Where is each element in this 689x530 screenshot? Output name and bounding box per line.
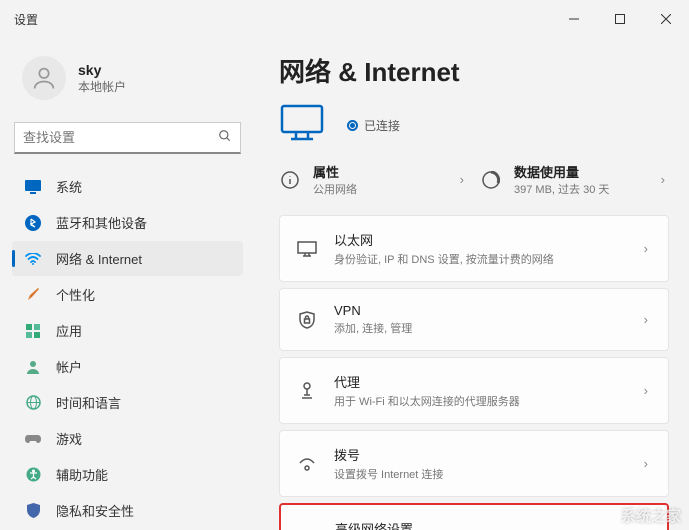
chevron-right-icon: › [640,383,652,398]
chevron-right-icon: › [640,241,652,256]
card-title: 代理 [334,372,624,391]
search-box[interactable] [14,122,241,154]
tile-title: 数据使用量 [514,162,645,181]
card-title: 拨号 [334,445,624,464]
sidebar-item-gaming[interactable]: 游戏 [12,421,243,456]
info-icon [279,169,301,191]
sidebar-item-personalization[interactable]: 个性化 [12,277,243,312]
card-ethernet[interactable]: 以太网 身份验证, IP 和 DNS 设置, 按流量计费的网络 › [279,215,669,282]
avatar [22,56,66,100]
page-title: 网络 & Internet [279,52,669,89]
minimize-button[interactable] [551,0,597,38]
card-dialup[interactable]: 拨号 设置拨号 Internet 连接 › [279,430,669,497]
network-adapter-icon [297,527,319,530]
sidebar-item-network[interactable]: 网络 & Internet [12,241,243,276]
sidebar-item-bluetooth[interactable]: 蓝牙和其他设备 [12,205,243,240]
card-subtitle: 添加, 连接, 管理 [334,320,624,336]
sidebar-item-label: 帐户 [56,357,82,376]
profile-section[interactable]: sky 本地帐户 [10,38,245,118]
tile-data-usage[interactable]: 数据使用量 397 MB, 过去 30 天 › [480,162,669,197]
window-title: 设置 [14,11,38,28]
status-dot-icon [347,120,358,131]
shield-icon [24,502,42,520]
data-usage-icon [480,169,502,191]
card-title: VPN [334,303,624,318]
card-subtitle: 身份验证, IP 和 DNS 设置, 按流量计费的网络 [334,251,624,267]
card-title: 高级网络设置 [335,519,623,530]
ethernet-large-icon [279,103,325,148]
chevron-right-icon: › [640,312,652,327]
tile-title: 属性 [313,162,444,181]
sidebar-item-label: 辅助功能 [56,465,108,484]
card-subtitle: 用于 Wi-Fi 和以太网连接的代理服务器 [334,393,624,409]
sidebar-item-label: 系统 [56,177,82,196]
person-icon [24,358,42,376]
tile-subtitle: 公用网络 [313,181,444,197]
profile-subtitle: 本地帐户 [78,78,126,95]
dialup-icon [296,453,318,475]
shield-lock-icon [296,309,318,331]
tile-properties[interactable]: 属性 公用网络 › [279,162,468,197]
chevron-right-icon: › [657,172,669,187]
card-advanced-network[interactable]: 高级网络设置 查看所有网络适配器, 网络重置 › [279,503,669,530]
network-status-row: 已连接 [279,103,669,148]
sidebar-item-system[interactable]: 系统 [12,169,243,204]
proxy-icon [296,380,318,402]
sidebar-item-time-language[interactable]: 时间和语言 [12,385,243,420]
profile-name: sky [78,62,126,78]
gamepad-icon [24,430,42,448]
chevron-right-icon: › [640,456,652,471]
sidebar-item-accessibility[interactable]: 辅助功能 [12,457,243,492]
brush-icon [24,286,42,304]
wifi-icon [24,250,42,268]
sidebar-item-label: 隐私和安全性 [56,501,134,520]
apps-icon [24,322,42,340]
search-input[interactable] [23,130,218,145]
sidebar-item-label: 应用 [56,321,82,340]
globe-icon [24,394,42,412]
close-button[interactable] [643,0,689,38]
bluetooth-icon [24,214,42,232]
sidebar-item-privacy[interactable]: 隐私和安全性 [12,493,243,528]
sidebar-item-label: 时间和语言 [56,393,121,412]
search-icon [218,129,232,146]
nav-list: 系统 蓝牙和其他设备 网络 & Internet 个性化 应用 帐户 [10,168,245,530]
sidebar-item-label: 游戏 [56,429,82,448]
card-proxy[interactable]: 代理 用于 Wi-Fi 和以太网连接的代理服务器 › [279,357,669,424]
sidebar-item-label: 个性化 [56,285,95,304]
ethernet-icon [296,238,318,260]
tile-subtitle: 397 MB, 过去 30 天 [514,181,645,197]
info-row: 属性 公用网络 › 数据使用量 397 MB, 过去 30 天 › [279,162,669,197]
sidebar-item-accounts[interactable]: 帐户 [12,349,243,384]
maximize-button[interactable] [597,0,643,38]
sidebar-item-label: 蓝牙和其他设备 [56,213,147,232]
status-badge: 已连接 [347,117,400,134]
card-title: 以太网 [334,230,624,249]
accessibility-icon [24,466,42,484]
sidebar-item-label: 网络 & Internet [56,249,142,268]
sidebar-item-apps[interactable]: 应用 [12,313,243,348]
window-controls [551,0,689,38]
card-vpn[interactable]: VPN 添加, 连接, 管理 › [279,288,669,351]
content-area: 网络 & Internet 已连接 属性 公用网络 › [255,38,689,530]
chevron-right-icon: › [456,172,468,187]
card-subtitle: 设置拨号 Internet 连接 [334,466,624,482]
display-icon [24,178,42,196]
titlebar: 设置 [0,0,689,38]
sidebar: sky 本地帐户 系统 蓝牙和其他设备 网络 & Internet [0,38,255,530]
status-text: 已连接 [364,117,400,134]
